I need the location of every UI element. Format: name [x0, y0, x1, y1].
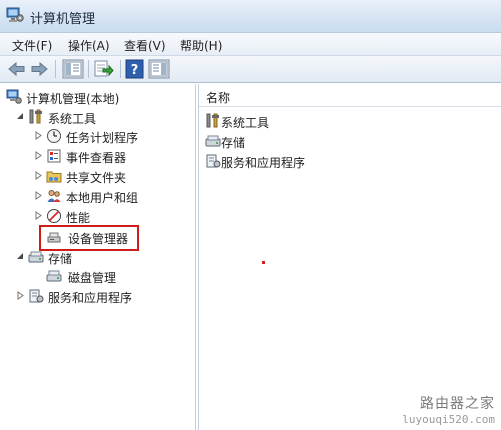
list-item-label: 服务和应用程序: [221, 156, 306, 170]
shared-folder-icon: [46, 171, 62, 183]
toolbar-separator: [55, 60, 56, 78]
highlight-box: [39, 225, 139, 251]
tree-item-label: 任务计划程序: [66, 131, 139, 145]
computer-management-icon: [6, 7, 24, 22]
performance-icon: [47, 209, 61, 223]
tree-item-disk-management[interactable]: 磁盘管理: [46, 267, 166, 285]
collapsed-arrow-icon[interactable]: [34, 171, 43, 180]
list-item-label: 存储: [221, 136, 246, 150]
expanded-arrow-icon[interactable]: [16, 252, 25, 261]
list-item-label: 系统工具: [221, 116, 270, 130]
tree-item-event-viewer[interactable]: 事件查看器: [34, 147, 189, 165]
list-item-system-tools[interactable]: 系统工具: [205, 112, 355, 130]
computer-management-icon: [6, 89, 22, 104]
tree-item-system-tools[interactable]: 系统工具: [16, 108, 186, 126]
users-icon: [47, 190, 61, 202]
help-icon[interactable]: ?: [124, 59, 146, 79]
clock-icon: [47, 129, 61, 143]
menu-help[interactable]: 帮助(H): [180, 37, 222, 54]
forward-icon[interactable]: [28, 59, 50, 79]
storage-icon: [28, 251, 44, 263]
toolbar-separator: [88, 60, 89, 78]
services-icon: [29, 289, 44, 303]
tree-item-label: 性能: [66, 211, 91, 225]
show-hide-action-pane-icon[interactable]: [148, 59, 170, 79]
svg-text:?: ?: [131, 63, 139, 78]
tree-item-performance[interactable]: 性能: [34, 207, 189, 225]
title-bar[interactable]: 计算机管理: [0, 0, 501, 33]
toolbar: ?: [0, 56, 501, 83]
collapsed-arrow-icon[interactable]: [34, 131, 43, 140]
tree-item-label: 本地用户和组: [66, 191, 139, 205]
console-tree[interactable]: 计算机管理(本地) 系统工具 任务计划程序 事件查看器 共享文件夹 本地用户和组…: [0, 84, 196, 430]
menu-action[interactable]: 操作(A): [68, 37, 110, 54]
tree-item-label: 系统工具: [48, 112, 97, 126]
export-list-icon[interactable]: [92, 59, 114, 79]
storage-icon: [205, 135, 221, 147]
show-hide-console-tree-icon[interactable]: [62, 59, 84, 79]
event-viewer-icon: [47, 149, 61, 163]
tree-item-label: 服务和应用程序: [48, 291, 133, 305]
collapsed-arrow-icon[interactable]: [16, 291, 25, 300]
tree-item-local-users-groups[interactable]: 本地用户和组: [34, 187, 189, 205]
collapsed-arrow-icon[interactable]: [34, 151, 43, 160]
tree-item-task-scheduler[interactable]: 任务计划程序: [34, 127, 189, 145]
tree-item-label: 磁盘管理: [68, 271, 117, 285]
content-pane[interactable]: 名称 系统工具 存储 服务和应用程序: [198, 84, 501, 430]
collapsed-arrow-icon[interactable]: [34, 211, 43, 220]
collapsed-arrow-icon[interactable]: [34, 191, 43, 200]
tools-icon: [206, 113, 219, 128]
toolbar-separator: [120, 60, 121, 78]
column-header-name[interactable]: 名称: [199, 84, 501, 107]
column-header-label: 名称: [206, 91, 231, 105]
watermark-url: luyouqi520.com: [402, 413, 495, 426]
services-icon: [206, 154, 221, 168]
tools-icon: [29, 109, 42, 124]
back-icon[interactable]: [6, 59, 28, 79]
list-item-services-applications[interactable]: 服务和应用程序: [205, 152, 355, 170]
expanded-arrow-icon[interactable]: [16, 112, 25, 121]
tree-item-label: 事件查看器: [66, 151, 127, 165]
watermark-title: 路由器之家: [420, 396, 495, 412]
tree-root[interactable]: 计算机管理(本地): [6, 88, 186, 106]
computer-management-window: 计算机管理 文件(F) 操作(A) 查看(V) 帮助(H) ? 计算机管理(本地…: [0, 0, 501, 430]
menu-file[interactable]: 文件(F): [12, 37, 52, 54]
red-dot-marker: [262, 261, 265, 264]
tree-item-label: 共享文件夹: [66, 171, 127, 185]
watermark: 路由器之家 luyouqi520.com: [402, 393, 495, 426]
disk-icon: [46, 270, 62, 282]
tree-root-label: 计算机管理(本地): [26, 92, 120, 106]
tree-item-shared-folders[interactable]: 共享文件夹: [34, 167, 189, 185]
list-item-storage[interactable]: 存储: [205, 132, 355, 150]
menu-view[interactable]: 查看(V): [124, 37, 166, 54]
window-title: 计算机管理: [30, 12, 96, 27]
tree-item-services-applications[interactable]: 服务和应用程序: [16, 287, 186, 305]
tree-item-label: 存储: [48, 252, 73, 266]
menu-bar: 文件(F) 操作(A) 查看(V) 帮助(H): [0, 33, 501, 56]
